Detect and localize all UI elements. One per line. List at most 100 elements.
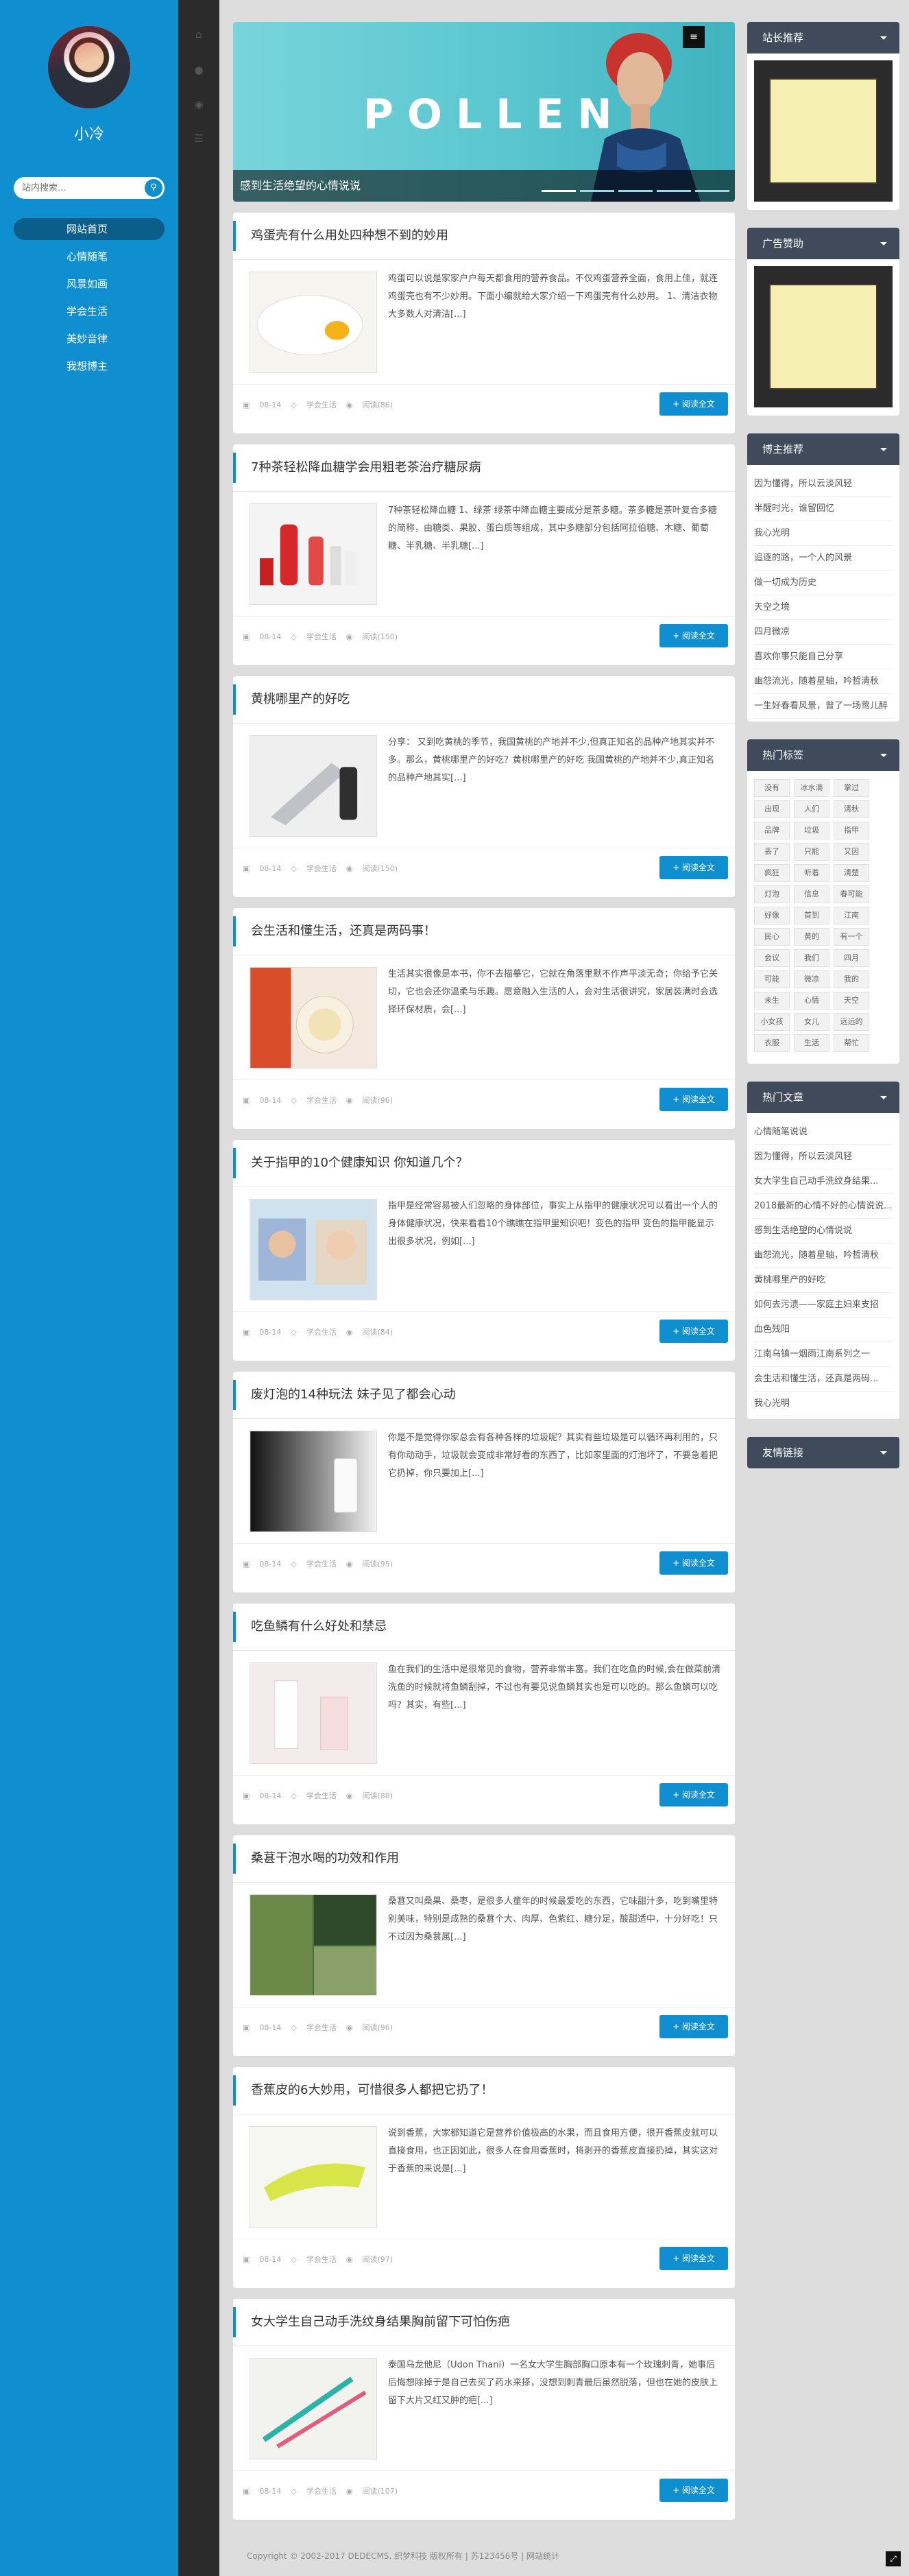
- tag-chip[interactable]: 疯狂: [754, 864, 790, 882]
- blogger-link[interactable]: 天空之境: [754, 595, 893, 620]
- tag-chip[interactable]: 我们: [794, 949, 829, 967]
- widget-title[interactable]: 友情链接: [747, 1437, 899, 1468]
- nav-item-music[interactable]: 美妙音律: [14, 328, 165, 350]
- read-more-button[interactable]: + 阅读全文: [659, 856, 728, 879]
- blogger-link[interactable]: 追逐的路，一个人的风景: [754, 546, 893, 571]
- tag-chip[interactable]: 女儿: [794, 1013, 829, 1031]
- post-title[interactable]: 女大学生自己动手洗纹身结果胸前留下可怕伤疤: [233, 2307, 510, 2337]
- blogger-link[interactable]: 幽怨流光，随着星轴，吟哲清秋: [754, 669, 893, 694]
- read-more-button[interactable]: + 阅读全文: [659, 1551, 728, 1575]
- blogger-link[interactable]: 四月微凉: [754, 620, 893, 645]
- tag-chip[interactable]: 春可能: [834, 885, 869, 903]
- post-thumbnail[interactable]: [250, 272, 377, 373]
- recommend-image[interactable]: [754, 60, 893, 202]
- post-category[interactable]: 学会生活: [306, 2255, 337, 2264]
- tag-chip[interactable]: 垃圾: [794, 822, 829, 839]
- tag-chip[interactable]: 有一个: [834, 928, 869, 946]
- tag-chip[interactable]: 清秋: [834, 800, 869, 818]
- widget-title[interactable]: 博主推荐: [747, 433, 899, 465]
- avatar[interactable]: [45, 23, 133, 111]
- tag-chip[interactable]: 帮忙: [834, 1034, 869, 1052]
- post-title[interactable]: 关于指甲的10个健康知识 你知道几个？: [233, 1148, 468, 1178]
- hot-article-link[interactable]: 女大学生自己动手洗纹身结果...: [754, 1169, 893, 1194]
- menu-icon[interactable]: ☰: [191, 130, 207, 147]
- tag-chip[interactable]: 冰水滴: [794, 779, 829, 797]
- tag-chip[interactable]: 我的: [834, 970, 869, 988]
- banner-dot[interactable]: [618, 190, 653, 192]
- tag-chip[interactable]: 衣服: [754, 1034, 790, 1052]
- ad-image[interactable]: [754, 266, 893, 407]
- post-thumbnail[interactable]: [250, 735, 377, 837]
- post-title[interactable]: 香蕉皮的6大妙用，可惜很多人都把它扔了！: [233, 2075, 493, 2106]
- post-category[interactable]: 学会生活: [306, 1328, 337, 1337]
- nav-item-blogger[interactable]: 我想博主: [14, 355, 165, 377]
- tag-chip[interactable]: 心情: [794, 992, 829, 1010]
- blogger-link[interactable]: 做一切成为历史: [754, 571, 893, 595]
- post-category[interactable]: 学会生活: [306, 632, 337, 641]
- hot-article-link[interactable]: 血色残阳: [754, 1317, 893, 1342]
- tag-chip[interactable]: 只能: [794, 843, 829, 861]
- tag-chip[interactable]: 天空: [834, 992, 869, 1010]
- hot-article-link[interactable]: 心情随笔说说: [754, 1120, 893, 1145]
- nav-item-home[interactable]: 网站首页: [14, 218, 165, 240]
- hot-article-link[interactable]: 黄桃哪里产的好吃: [754, 1268, 893, 1293]
- hot-article-link[interactable]: 江南乌镇一烟雨江南系列之一: [754, 1342, 893, 1367]
- widget-title[interactable]: 广告赞助: [747, 228, 899, 259]
- post-category[interactable]: 学会生活: [306, 401, 337, 409]
- nav-item-scenery[interactable]: 风景如画: [14, 273, 165, 295]
- tag-chip[interactable]: 会议: [754, 949, 790, 967]
- tag-chip[interactable]: 四月: [834, 949, 869, 967]
- post-title[interactable]: 桑葚干泡水喝的功效和作用: [233, 1844, 399, 1874]
- post-category[interactable]: 学会生活: [306, 2023, 337, 2032]
- tag-chip[interactable]: 生活: [794, 1034, 829, 1052]
- search-input[interactable]: [22, 177, 138, 199]
- blogger-link[interactable]: 我心光明: [754, 521, 893, 546]
- user-icon[interactable]: ●: [191, 62, 207, 78]
- read-more-button[interactable]: + 阅读全文: [659, 2015, 728, 2038]
- tag-chip[interactable]: 首到: [794, 907, 829, 925]
- hot-article-link[interactable]: 会生活和懂生活，还真是两码...: [754, 1367, 893, 1392]
- tag-chip[interactable]: 民心: [754, 928, 790, 946]
- tag-chip[interactable]: 小女孩: [754, 1013, 790, 1031]
- post-thumbnail[interactable]: [250, 967, 377, 1069]
- read-more-button[interactable]: + 阅读全文: [659, 2247, 728, 2270]
- tag-chip[interactable]: 清楚: [834, 864, 869, 882]
- read-more-button[interactable]: + 阅读全文: [659, 1320, 728, 1343]
- widget-title[interactable]: 热门文章: [747, 1082, 899, 1113]
- banner-dot[interactable]: [695, 190, 729, 192]
- read-more-button[interactable]: + 阅读全文: [659, 1783, 728, 1806]
- tag-chip[interactable]: 灯泡: [754, 885, 790, 903]
- post-thumbnail[interactable]: [250, 2358, 377, 2459]
- tag-chip[interactable]: 可能: [754, 970, 790, 988]
- tag-chip[interactable]: 远远的: [834, 1013, 869, 1031]
- post-thumbnail[interactable]: [250, 503, 377, 605]
- post-category[interactable]: 学会生活: [306, 2487, 337, 2496]
- post-category[interactable]: 学会生活: [306, 1791, 337, 1800]
- blogger-link[interactable]: 一生好春看风景，曾了一场莺儿醉: [754, 694, 893, 719]
- post-title[interactable]: 吃鱼鳞有什么好处和禁忌: [233, 1612, 387, 1642]
- search-icon[interactable]: ⚲: [145, 179, 162, 197]
- blogger-link[interactable]: 因为懂得，所以云淡风轻: [754, 472, 893, 497]
- tag-chip[interactable]: 好像: [754, 907, 790, 925]
- banner-caption[interactable]: 感到生活绝望的心情说说: [233, 170, 735, 202]
- tag-chip[interactable]: 指甲: [834, 822, 869, 839]
- post-thumbnail[interactable]: [250, 2126, 377, 2228]
- read-more-button[interactable]: + 阅读全文: [659, 1088, 728, 1111]
- hot-article-link[interactable]: 因为懂得，所以云淡风轻: [754, 1145, 893, 1169]
- post-title[interactable]: 鸡蛋壳有什么用处四种想不到的妙用: [233, 221, 448, 251]
- tag-chip[interactable]: 品牌: [754, 822, 790, 839]
- nav-item-life[interactable]: 学会生活: [14, 300, 165, 322]
- post-thumbnail[interactable]: [250, 1894, 377, 1996]
- blogger-link[interactable]: 喜欢你事只能自己分享: [754, 645, 893, 669]
- post-title[interactable]: 会生活和懂生活，还真是两码事！: [233, 916, 436, 946]
- read-more-button[interactable]: + 阅读全文: [659, 392, 728, 416]
- comment-icon[interactable]: ◉: [191, 96, 207, 112]
- widget-title[interactable]: 站长推荐: [747, 22, 899, 53]
- hot-article-link[interactable]: 幽怨流光，随着星轴，吟哲清秋: [754, 1243, 893, 1268]
- nav-item-mood[interactable]: 心情随笔: [14, 246, 165, 267]
- tag-chip[interactable]: 出现: [754, 800, 790, 818]
- post-category[interactable]: 学会生活: [306, 864, 337, 873]
- banner-dot[interactable]: [657, 190, 691, 192]
- tag-chip[interactable]: 未生: [754, 992, 790, 1010]
- read-more-button[interactable]: + 阅读全文: [659, 2479, 728, 2502]
